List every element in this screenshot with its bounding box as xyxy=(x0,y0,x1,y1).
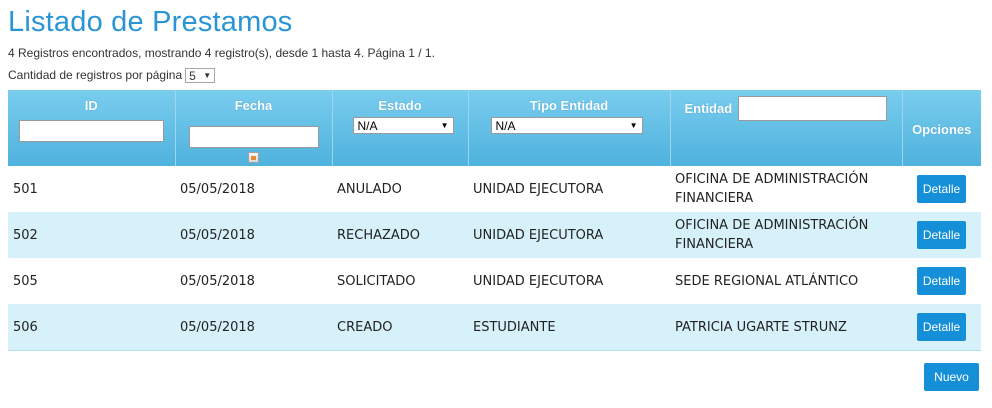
table-row: 502 05/05/2018 RECHAZADO UNIDAD EJECUTOR… xyxy=(8,212,981,258)
column-header-id: ID xyxy=(8,90,176,166)
calendar-icon[interactable] xyxy=(248,152,259,163)
table-row: 505 05/05/2018 SOLICITADO UNIDAD EJECUTO… xyxy=(8,258,981,304)
page-title: Listado de Prestamos xyxy=(8,6,293,38)
per-page-select[interactable]: 5 ▼ xyxy=(185,68,216,83)
cell-entidad: OFICINA DE ADMINISTRACIÓN FINANCIERA xyxy=(670,212,902,258)
cell-tipo-entidad: ESTUDIANTE xyxy=(468,304,670,351)
cell-opciones: Detalle xyxy=(902,304,981,351)
page: Listado de Prestamos 4 Registros encontr… xyxy=(0,0,992,408)
cell-tipo-entidad: UNIDAD EJECUTORA xyxy=(468,212,670,258)
per-page-value: 5 xyxy=(189,68,196,83)
column-label-estado: Estado xyxy=(378,98,422,113)
table-row: 506 05/05/2018 CREADO ESTUDIANTE PATRICI… xyxy=(8,304,981,351)
cell-fecha: 05/05/2018 xyxy=(175,304,332,351)
cell-entidad: SEDE REGIONAL ATLÁNTICO xyxy=(670,258,902,304)
cell-fecha: 05/05/2018 xyxy=(175,212,332,258)
cell-id: 502 xyxy=(8,212,175,258)
cell-estado: ANULADO xyxy=(332,166,468,212)
cell-opciones: Detalle xyxy=(902,212,981,258)
filter-id-input[interactable] xyxy=(18,120,164,142)
cell-opciones: Detalle xyxy=(902,258,981,304)
column-header-estado: Estado N/A ▼ xyxy=(332,90,469,166)
chevron-down-icon: ▼ xyxy=(440,121,449,130)
column-header-opciones: Opciones xyxy=(902,90,981,166)
filter-fecha-input[interactable] xyxy=(188,126,319,148)
cell-estado: CREADO xyxy=(332,304,468,351)
cell-tipo-entidad: UNIDAD EJECUTORA xyxy=(468,258,670,304)
column-header-tipo-entidad: Tipo Entidad N/A ▼ xyxy=(468,90,671,166)
cell-fecha: 05/05/2018 xyxy=(175,166,332,212)
loans-table: ID Fecha Estado N/A ▼ Tipo Entidad N/A ▼… xyxy=(8,90,981,351)
column-header-fecha: Fecha xyxy=(175,90,333,166)
chevron-down-icon: ▼ xyxy=(203,71,212,80)
cell-entidad-text: OFICINA DE ADMINISTRACIÓN FINANCIERA xyxy=(675,172,869,206)
cell-estado: RECHAZADO xyxy=(332,212,468,258)
column-label-tipo-entidad: Tipo Entidad xyxy=(529,98,609,113)
column-header-entidad: Entidad xyxy=(670,90,903,166)
detalle-button[interactable]: Detalle xyxy=(916,267,967,295)
cell-id: 501 xyxy=(8,166,175,212)
new-button[interactable]: Nuevo xyxy=(924,363,979,391)
cell-estado: SOLICITADO xyxy=(332,258,468,304)
cell-id: 506 xyxy=(8,304,175,351)
detalle-button[interactable]: Detalle xyxy=(916,221,967,249)
cell-opciones: Detalle xyxy=(902,166,981,212)
per-page-label: Cantidad de registros por página xyxy=(8,68,183,82)
per-page-control: Cantidad de registros por página 5 ▼ xyxy=(8,67,216,83)
filter-estado-select[interactable]: N/A ▼ xyxy=(352,117,454,134)
detalle-button[interactable]: Detalle xyxy=(916,313,967,341)
cell-entidad-text: SEDE REGIONAL ATLÁNTICO xyxy=(675,273,859,289)
cell-tipo-entidad: UNIDAD EJECUTORA xyxy=(468,166,670,212)
column-label-opciones: Opciones xyxy=(912,122,972,137)
cell-entidad-text: PATRICIA UGARTE STRUNZ xyxy=(675,319,847,335)
cell-entidad: OFICINA DE ADMINISTRACIÓN FINANCIERA xyxy=(670,166,902,212)
results-summary: 4 Registros encontrados, mostrando 4 reg… xyxy=(8,46,435,60)
detalle-button[interactable]: Detalle xyxy=(916,175,967,203)
cell-id: 505 xyxy=(8,258,175,304)
filter-tipo-entidad-select[interactable]: N/A ▼ xyxy=(490,117,643,134)
cell-entidad: PATRICIA UGARTE STRUNZ xyxy=(670,304,902,351)
column-label-fecha: Fecha xyxy=(234,98,273,113)
filter-tipo-entidad-value: N/A xyxy=(495,118,516,133)
table-row: 501 05/05/2018 ANULADO UNIDAD EJECUTORA … xyxy=(8,166,981,212)
cell-fecha: 05/05/2018 xyxy=(175,258,332,304)
column-label-id: ID xyxy=(84,98,98,113)
cell-entidad-text: OFICINA DE ADMINISTRACIÓN FINANCIERA xyxy=(675,218,869,252)
column-label-entidad: Entidad xyxy=(684,101,733,116)
filter-entidad-input[interactable] xyxy=(738,96,888,121)
filter-estado-value: N/A xyxy=(357,118,378,133)
table-header-row: ID Fecha Estado N/A ▼ Tipo Entidad N/A ▼… xyxy=(8,90,981,166)
chevron-down-icon: ▼ xyxy=(629,121,638,130)
